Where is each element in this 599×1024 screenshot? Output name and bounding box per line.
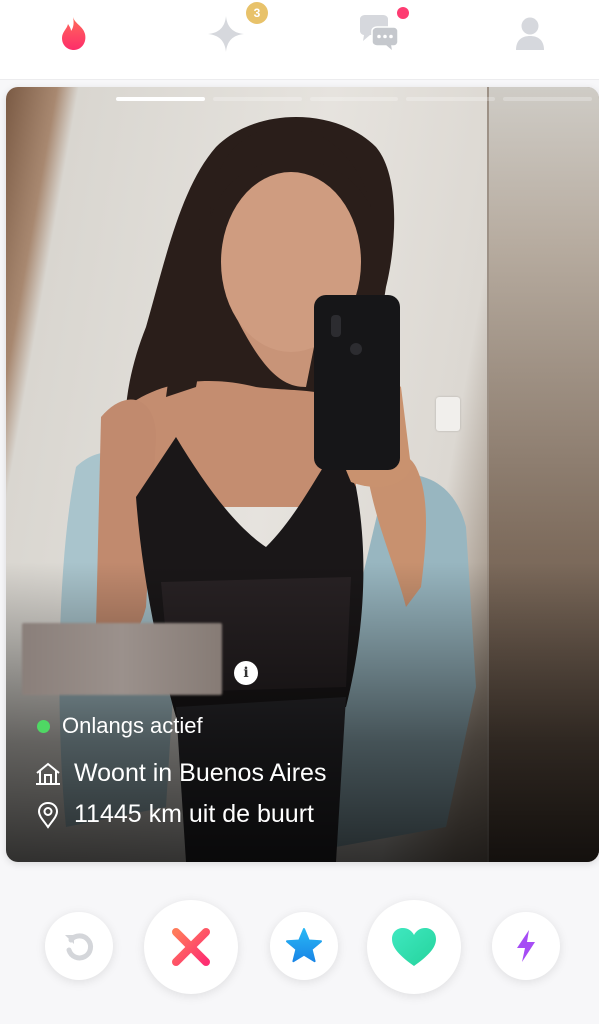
distance-text: 11445 km uit de buurt: [74, 800, 314, 828]
rewind-icon: [65, 933, 94, 961]
info-button[interactable]: i: [234, 661, 258, 685]
online-dot-icon: [37, 719, 50, 733]
residence-row: Woont in Buenos Aires: [34, 759, 326, 788]
super-like-button[interactable]: [270, 912, 338, 980]
lightning-icon: [517, 930, 535, 962]
chat-bubbles-icon[interactable]: [356, 12, 400, 56]
star-icon: [286, 928, 322, 963]
heart-icon: [392, 928, 436, 966]
nope-button[interactable]: [144, 900, 238, 994]
profile-icon[interactable]: [508, 12, 552, 56]
location-pin-icon: [37, 801, 59, 829]
activity-status: Onlangs actief: [34, 713, 203, 739]
photo-indicator: [116, 97, 592, 101]
home-icon: [36, 762, 60, 785]
top-navigation: 3: [0, 0, 599, 80]
residence-text: Woont in Buenos Aires: [74, 759, 327, 787]
photo-indicator-bar[interactable]: [309, 97, 399, 101]
distance-row: 11445 km uit de buurt: [34, 800, 314, 829]
x-icon: [172, 928, 210, 966]
boost-button[interactable]: [492, 912, 560, 980]
sparkle-icon[interactable]: [204, 12, 248, 56]
like-button[interactable]: [367, 900, 461, 994]
photo-indicator-bar[interactable]: [212, 97, 302, 101]
photo-indicator-bar[interactable]: [116, 97, 205, 101]
photo-indicator-bar[interactable]: [406, 97, 496, 101]
action-bar: [0, 890, 599, 1000]
profile-card[interactable]: i Onlangs actief Woont in Buenos Aires 1…: [6, 87, 599, 862]
flame-icon[interactable]: [53, 12, 97, 56]
activity-status-text: Onlangs actief: [62, 713, 203, 738]
photo-indicator-bar[interactable]: [503, 97, 592, 101]
rewind-button[interactable]: [45, 912, 113, 980]
redacted-name-age: [22, 623, 222, 695]
gold-count-badge: 3: [246, 2, 268, 24]
new-message-dot: [397, 7, 409, 19]
